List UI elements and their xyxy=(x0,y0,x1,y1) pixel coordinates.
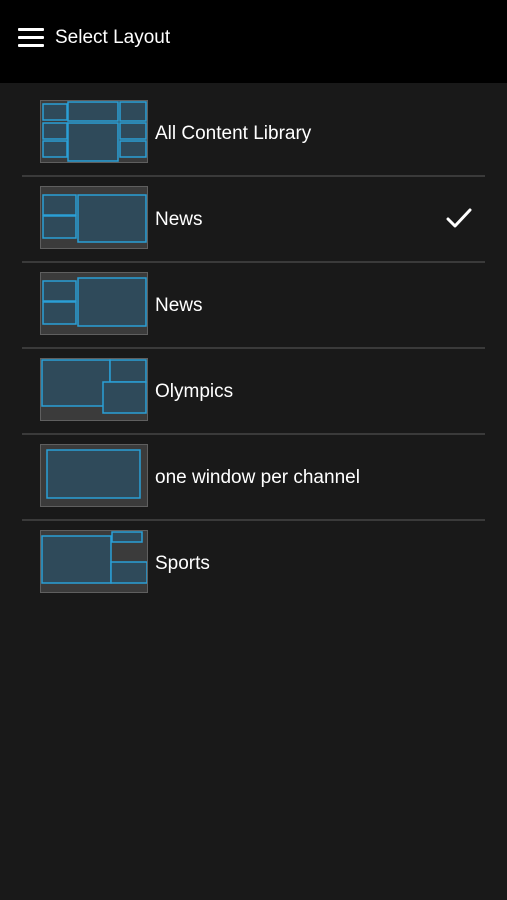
layout-label: All Content Library xyxy=(155,123,312,144)
hamburger-menu-icon[interactable] xyxy=(18,28,44,48)
layout-label: one window per channel xyxy=(155,467,360,488)
layout-item[interactable]: News xyxy=(0,177,507,263)
layout-item[interactable]: one window per channel xyxy=(0,435,507,521)
sports-layout-icon xyxy=(40,530,148,593)
page-title: Select Layout xyxy=(55,27,171,48)
olympics-layout-icon xyxy=(40,358,148,421)
layout-label: News xyxy=(155,209,203,230)
layout-label: Sports xyxy=(155,553,210,574)
layout-item[interactable]: News xyxy=(0,263,507,349)
checkmark-icon xyxy=(446,208,472,228)
top-bar: Select Layout xyxy=(0,0,507,83)
layout-label: News xyxy=(155,295,203,316)
layout-item[interactable]: Sports xyxy=(0,521,507,607)
news-layout-icon xyxy=(40,186,148,249)
layout-label: Olympics xyxy=(155,381,234,402)
layout-item[interactable]: All Content Library xyxy=(0,91,507,177)
single-window-layout-icon xyxy=(40,444,148,507)
layout-list: All Content Library News News Olympics o… xyxy=(0,91,507,607)
news-layout-icon xyxy=(40,272,148,335)
layout-item[interactable]: Olympics xyxy=(0,349,507,435)
grid-layout-icon xyxy=(40,100,148,163)
app-root: Select Layout All Content Library News N… xyxy=(0,0,507,900)
